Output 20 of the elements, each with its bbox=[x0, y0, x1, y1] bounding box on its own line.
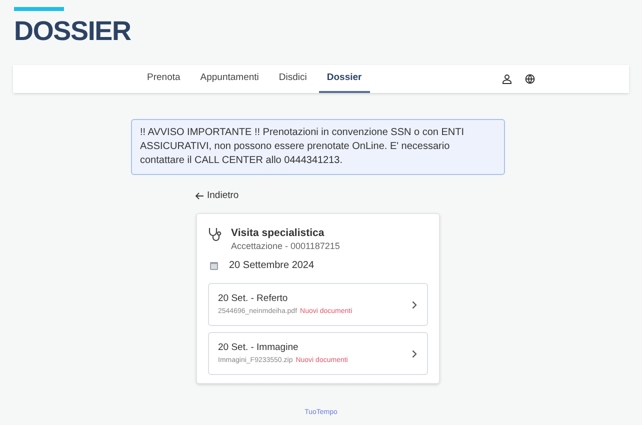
calendar-icon bbox=[210, 261, 218, 270]
document-title: 20 Set. - Immagine bbox=[218, 342, 300, 354]
page-title: DOSSIER bbox=[14, 16, 132, 46]
nav-tab[interactable]: Disdici bbox=[270, 65, 315, 93]
stethoscope-icon bbox=[208, 227, 223, 244]
nav-tab[interactable]: Dossier bbox=[318, 65, 370, 93]
globe-icon[interactable] bbox=[524, 74, 535, 84]
nav-tab[interactable]: Appuntamenti bbox=[192, 65, 267, 93]
chevron-right-icon bbox=[412, 350, 417, 358]
visit-title: Visita specialistica bbox=[231, 227, 326, 240]
accent-bar bbox=[14, 7, 64, 11]
visit-date: 20 Settembre 2024 bbox=[229, 259, 314, 274]
notice-banner: !! AVVISO IMPORTANTE !! Prenotazioni in convenzione SSN o con ENTI ASSICURATIVI, non possono essere prenotate OnLine. E' necessario contattare il CALL CENTER allo 0444341213. bbox=[131, 119, 505, 175]
nav-tab[interactable]: Prenota bbox=[139, 65, 188, 93]
document-title: 20 Set. - Referto bbox=[218, 292, 289, 305]
arrow-left-icon bbox=[195, 192, 204, 200]
visit-subtitle: Accettazione - 0001187215 bbox=[231, 240, 340, 252]
user-icon[interactable] bbox=[502, 74, 512, 84]
back-link[interactable]: Indietro bbox=[195, 189, 239, 204]
chevron-right-icon bbox=[412, 300, 417, 309]
